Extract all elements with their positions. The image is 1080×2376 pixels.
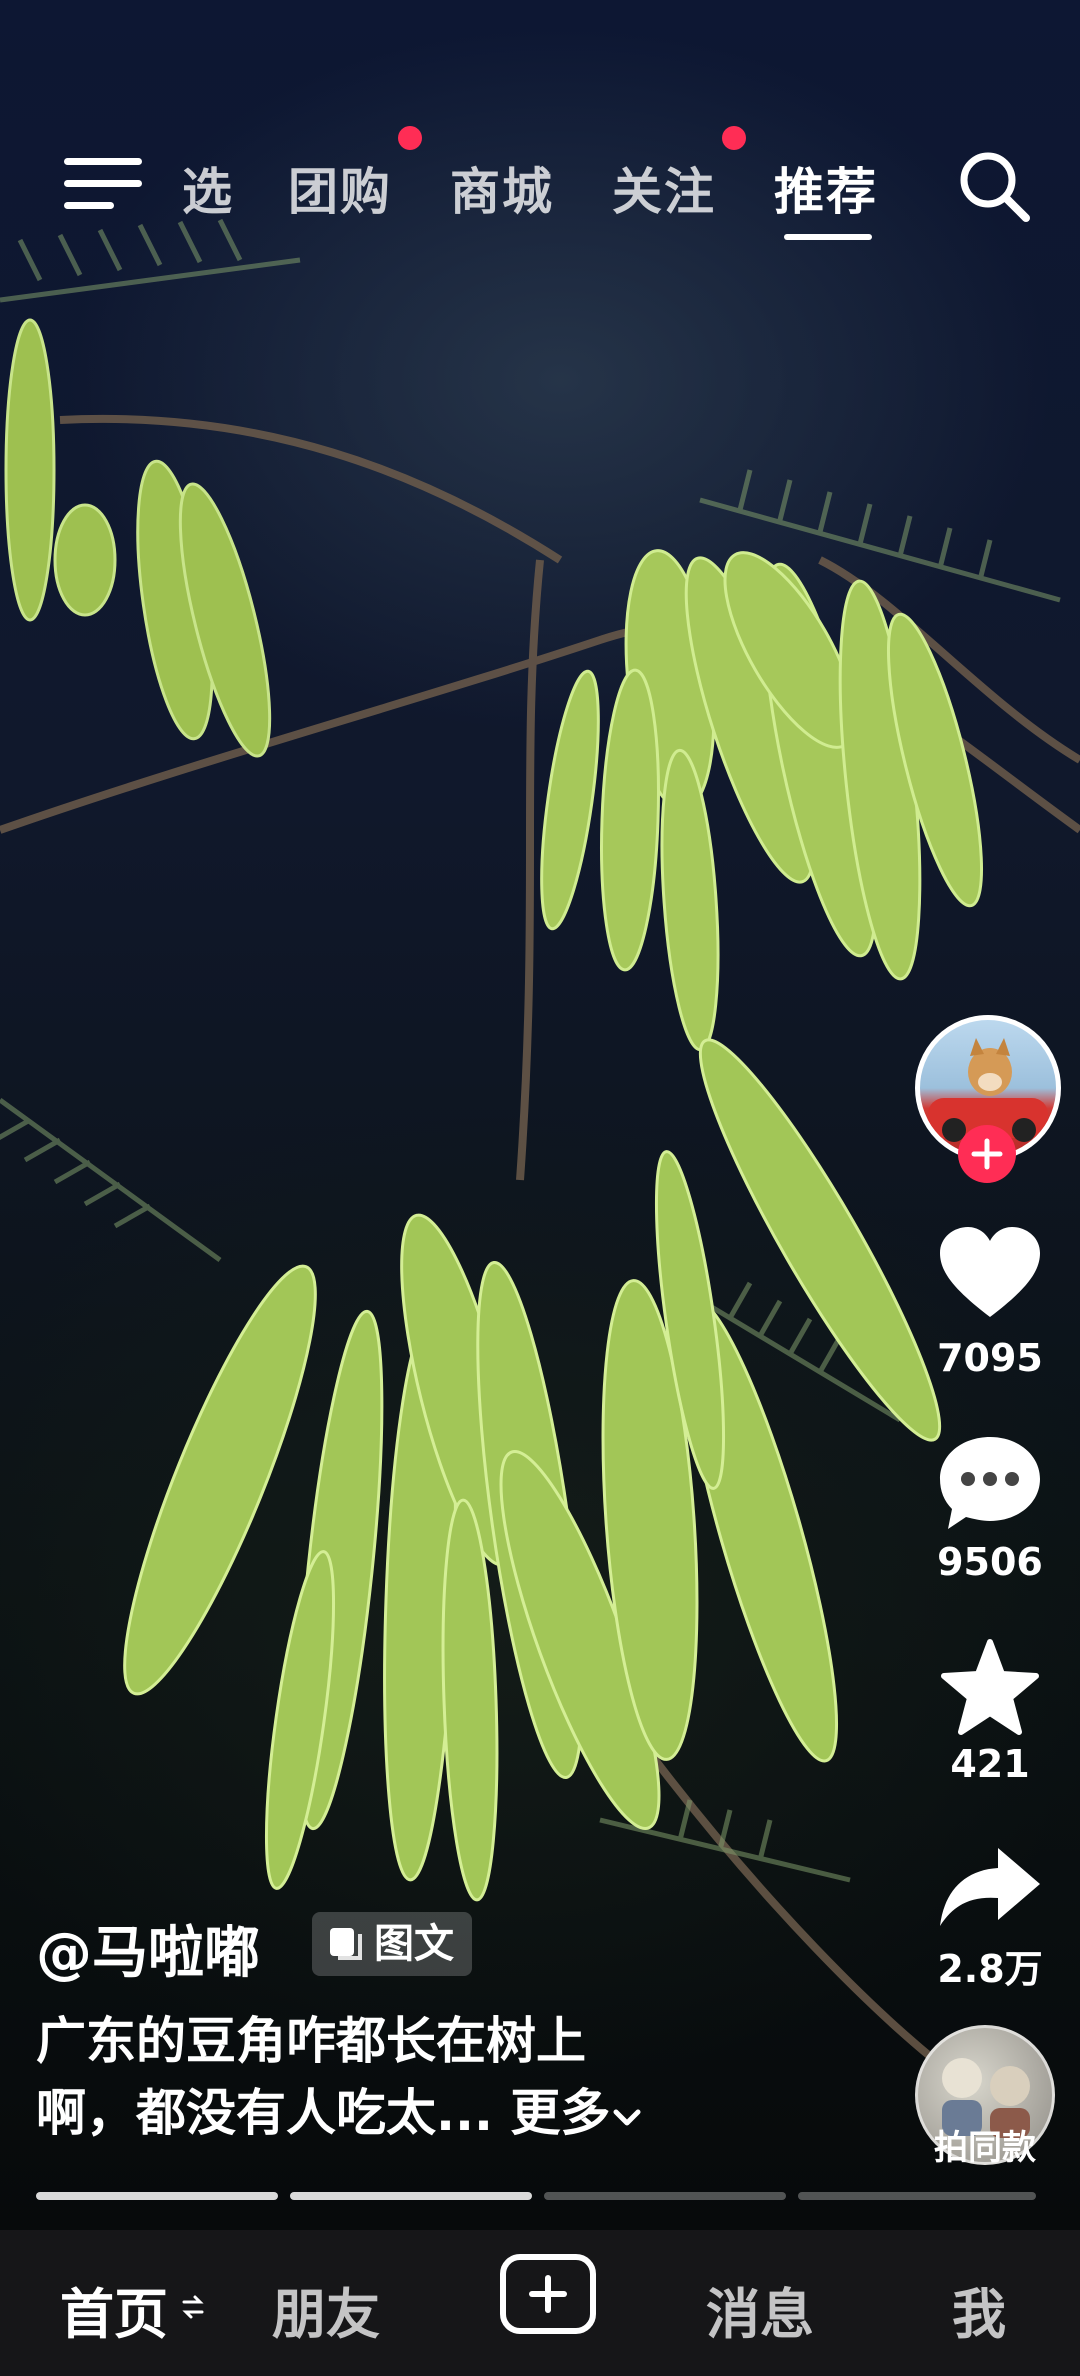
favorite-count: 421 bbox=[950, 1742, 1030, 1786]
create-post-button[interactable] bbox=[500, 2254, 596, 2334]
search-icon[interactable] bbox=[954, 146, 1034, 226]
image-text-label: 图文 bbox=[374, 1921, 454, 1967]
like-count: 7095 bbox=[937, 1336, 1043, 1380]
following-red-dot bbox=[722, 126, 746, 150]
tab-messages[interactable]: 消息 bbox=[706, 2270, 814, 2349]
group-buy-red-dot bbox=[398, 126, 422, 150]
image-progress-indicator bbox=[36, 2192, 1036, 2200]
swap-icon bbox=[182, 2295, 204, 2319]
tab-recommend[interactable]: 推荐 bbox=[774, 152, 878, 224]
comment-count: 9506 bbox=[937, 1540, 1043, 1584]
post-image[interactable] bbox=[0, 0, 1080, 2230]
tab-select[interactable]: 选 bbox=[182, 152, 234, 224]
tab-group-buy[interactable]: 团购 bbox=[288, 152, 392, 224]
caption-line-1: 广东的豆角咋都长在树上 bbox=[36, 2012, 586, 2070]
star-icon[interactable] bbox=[936, 1638, 1044, 1738]
more-link[interactable]: 更多 bbox=[510, 2084, 644, 2142]
tab-me[interactable]: 我 bbox=[952, 2270, 1006, 2349]
bottom-tab-bar: 首页 朋友 消息 我 bbox=[0, 2230, 1080, 2376]
follow-button[interactable] bbox=[958, 1125, 1016, 1183]
tab-friends[interactable]: 朋友 bbox=[272, 2270, 380, 2349]
more-label: 更多 bbox=[510, 2084, 611, 2142]
screen: 选 团购 商城 关注 推荐 7095 9506 421 2.8万 拍同款 @马啦… bbox=[0, 0, 1080, 2376]
image-text-badge: 图文 bbox=[312, 1912, 472, 1976]
progress-segment bbox=[290, 2192, 532, 2200]
top-nav: 选 团购 商城 关注 推荐 bbox=[0, 126, 1080, 250]
heart-icon[interactable] bbox=[936, 1225, 1044, 1325]
tab-mall[interactable]: 商城 bbox=[450, 152, 554, 224]
plus-icon bbox=[529, 2275, 567, 2313]
comment-icon[interactable] bbox=[936, 1433, 1044, 1533]
tab-home-label: 首页 bbox=[60, 2283, 168, 2346]
progress-segment bbox=[544, 2192, 786, 2200]
progress-segment bbox=[36, 2192, 278, 2200]
post-caption[interactable]: 广东的豆角咋都长在树上 啊，都没有人吃太... 更多 bbox=[36, 2005, 796, 2149]
tab-home[interactable]: 首页 bbox=[60, 2270, 168, 2349]
caption-line-2-text: 啊，都没有人吃太... bbox=[36, 2084, 493, 2142]
menu-icon[interactable] bbox=[64, 154, 142, 212]
bean-pod-photo bbox=[0, 218, 1080, 2084]
progress-segment bbox=[798, 2192, 1036, 2200]
plus-icon bbox=[971, 1138, 1003, 1170]
chevron-down-icon bbox=[613, 2109, 641, 2125]
tab-following[interactable]: 关注 bbox=[612, 152, 716, 224]
image-text-icon bbox=[330, 1928, 362, 1960]
author-name[interactable]: @马啦嘟 bbox=[36, 1908, 260, 1989]
caption-line-2: 啊，都没有人吃太... 更多 bbox=[36, 2077, 796, 2149]
share-icon[interactable] bbox=[936, 1840, 1044, 1940]
active-tab-indicator bbox=[784, 234, 872, 240]
share-count: 2.8万 bbox=[937, 1947, 1043, 1991]
same-style-label: 拍同款 bbox=[934, 2128, 1036, 2168]
